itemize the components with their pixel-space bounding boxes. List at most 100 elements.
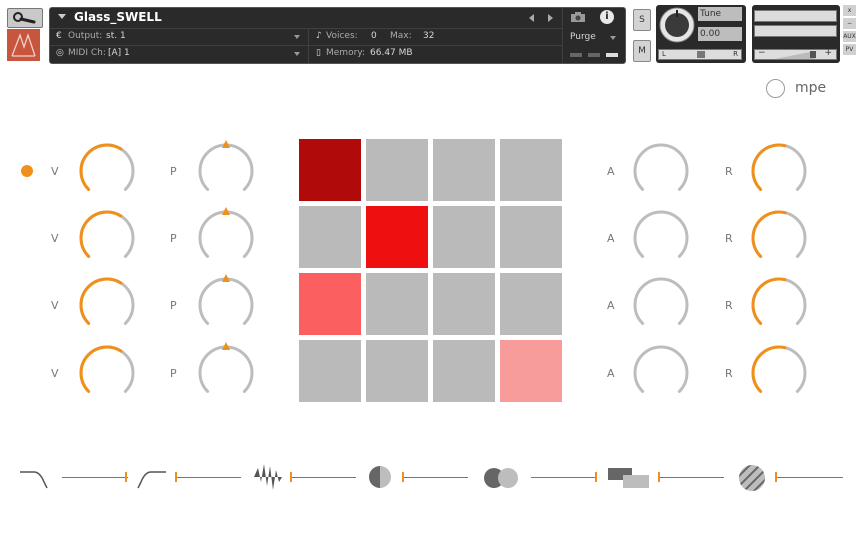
purge-button[interactable]: Purge [570,32,596,42]
pad-r3-c4[interactable] [500,273,562,335]
phaser-slider[interactable] [404,477,468,478]
purge-dropdown-icon[interactable] [610,36,616,40]
chorus-slider-handle[interactable] [595,472,597,482]
reverb-icon[interactable] [737,463,767,493]
pitch-knob-1[interactable] [194,139,258,203]
tune-panel: Tune 0.00 L R [656,5,746,63]
instrument-name[interactable]: Glass_SWELL [74,10,162,24]
tune-value[interactable]: 0.00 [698,27,742,41]
pad-r2-c1[interactable] [299,206,361,268]
pad-r1-c3[interactable] [433,139,495,201]
velocity-knob-2[interactable] [75,206,139,270]
tune-knob[interactable] [658,6,696,44]
wrench-icon [13,12,36,24]
label-p-1: P [170,165,177,178]
reverb-slider[interactable] [777,477,843,478]
lowpass-slider-handle[interactable] [125,472,127,482]
distortion-slider[interactable] [292,477,356,478]
highpass-slider[interactable] [177,477,241,478]
pad-r2-c4[interactable] [500,206,562,268]
velocity-knob-3[interactable] [75,273,139,337]
minimize-button[interactable]: − [843,18,856,29]
pad-r1-c1[interactable] [299,139,361,201]
voices-label: Voices: [326,31,358,41]
pad-r3-c1[interactable] [299,273,361,335]
pad-r4-c3[interactable] [433,340,495,402]
label-a-1: A [607,165,615,178]
attack-knob-2[interactable] [629,206,693,270]
volume-handle[interactable] [810,51,816,58]
pan-slider[interactable]: L R [658,49,742,60]
midi-label: MIDI Ch: [68,48,106,58]
lowpass-slider[interactable] [62,477,128,478]
output-dropdown-icon[interactable] [294,35,300,39]
velocity-knob-4[interactable] [75,341,139,405]
label-a-3: A [607,299,615,312]
wrench-button[interactable] [7,8,43,28]
row-active-indicator[interactable] [21,165,33,177]
label-a-2: A [607,232,615,245]
pan-handle[interactable] [697,51,705,58]
pitch-knob-2[interactable] [194,206,258,270]
pad-r3-c3[interactable] [433,273,495,335]
attack-knob-3[interactable] [629,273,693,337]
solo-button[interactable]: S [633,9,651,31]
delay-slider[interactable] [660,477,724,478]
voices-value: 0 [371,31,377,41]
purge-indicator-2 [588,53,600,57]
pitch-knob-3[interactable] [194,273,258,337]
pad-r4-c2[interactable] [366,340,428,402]
output-value[interactable]: st. 1 [106,31,126,41]
attack-knob-4[interactable] [629,341,693,405]
label-v-1: V [51,165,59,178]
label-v-4: V [51,367,59,380]
prev-arrow-icon[interactable] [528,14,536,22]
chorus-slider[interactable] [531,477,597,478]
camera-icon[interactable] [570,11,586,23]
midi-dropdown-icon[interactable] [294,52,300,56]
info-icon[interactable]: i [600,10,614,24]
pv-button[interactable]: PV [843,44,856,55]
mpe-toggle[interactable] [766,79,785,98]
volume-ramp-icon [775,51,815,59]
purge-indicator-1 [570,53,582,57]
side-buttons: x − AUX PV [843,5,856,57]
pad-r2-c2[interactable] [366,206,428,268]
pad-r3-c2[interactable] [366,273,428,335]
chorus-icon[interactable] [482,465,522,491]
label-v-2: V [51,232,59,245]
aux-button[interactable]: AUX [843,31,856,42]
release-knob-1[interactable] [747,139,811,203]
mpe-label: mpe [795,80,827,96]
highpass-filter-icon[interactable] [136,466,168,490]
lowpass-filter-icon[interactable] [18,466,50,490]
menu-arrow-icon[interactable] [58,14,66,20]
pad-r1-c2[interactable] [366,139,428,201]
volume-plus: + [824,48,832,58]
mute-button[interactable]: M [633,40,651,62]
pad-r1-c4[interactable] [500,139,562,201]
label-a-4: A [607,367,615,380]
label-v-3: V [51,299,59,312]
pad-r4-c4[interactable] [500,340,562,402]
label-r-4: R [725,367,733,380]
attack-knob-1[interactable] [629,139,693,203]
phaser-icon[interactable] [366,464,394,490]
delay-icon[interactable] [607,466,651,490]
release-knob-4[interactable] [747,341,811,405]
pitch-knob-4[interactable] [194,341,258,405]
release-knob-2[interactable] [747,206,811,270]
release-knob-3[interactable] [747,273,811,337]
volume-slider[interactable]: − + [754,48,837,60]
label-r-1: R [725,165,733,178]
velocity-knob-1[interactable] [75,139,139,203]
midi-value[interactable]: [A] 1 [108,48,130,58]
level-meter-right [754,25,837,37]
next-arrow-icon[interactable] [546,14,554,22]
max-value[interactable]: 32 [423,31,434,41]
label-p-2: P [170,232,177,245]
pad-r2-c3[interactable] [433,206,495,268]
distortion-icon[interactable] [253,460,283,494]
pad-r4-c1[interactable] [299,340,361,402]
close-button[interactable]: x [843,5,856,16]
